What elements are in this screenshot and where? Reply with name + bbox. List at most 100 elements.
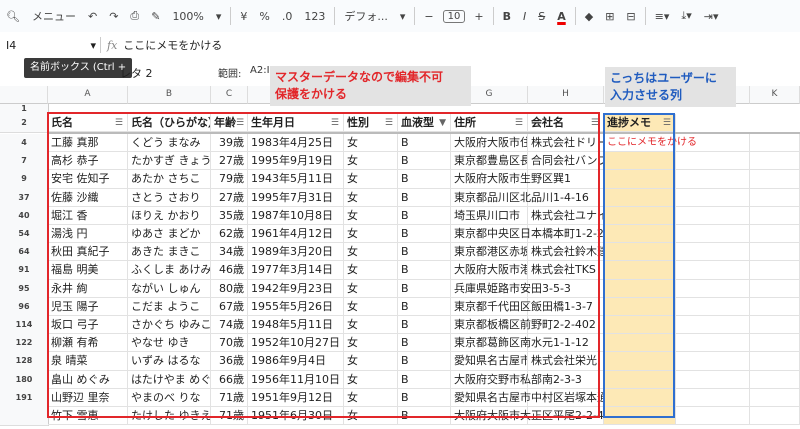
table-cell[interactable]: [750, 316, 800, 335]
column-header-a[interactable]: A: [48, 86, 128, 104]
row-header[interactable]: 9: [0, 170, 49, 190]
table-cell[interactable]: [750, 188, 800, 207]
namebox-tooltip: 名前ボックス (Ctrl + J): [24, 58, 132, 93]
menu-search[interactable]: メニュー: [26, 8, 82, 24]
row-header[interactable]: 96: [0, 297, 49, 317]
row-header[interactable]: 114: [0, 316, 49, 336]
table-cell[interactable]: [676, 352, 750, 371]
row-header[interactable]: 64: [0, 243, 49, 263]
cell-reference: I4: [6, 38, 17, 52]
toolbar-divider: [414, 7, 416, 25]
note2-line: こっちはユーザーに: [610, 71, 717, 85]
redo-icon[interactable]: ↷: [103, 10, 124, 23]
row-header[interactable]: 191: [0, 388, 49, 408]
table-cell[interactable]: [676, 206, 750, 225]
table-cell[interactable]: [676, 388, 750, 407]
range-label: 範囲:: [218, 69, 242, 80]
text-wrap-icon[interactable]: ⇥▾: [698, 10, 725, 23]
row-header[interactable]: [0, 407, 49, 427]
formula-input[interactable]: ここにメモをかける: [123, 37, 222, 53]
valign-icon[interactable]: ⤓▾: [675, 9, 697, 23]
table-cell[interactable]: [676, 225, 750, 244]
table-cell[interactable]: [750, 352, 800, 371]
fill-color-icon[interactable]: ◆: [579, 10, 599, 23]
table-cell[interactable]: [676, 297, 750, 316]
toolbar-divider: [644, 7, 646, 25]
percent-button[interactable]: %: [253, 10, 275, 23]
merge-cells-icon[interactable]: ⊟: [620, 10, 641, 23]
undo-icon[interactable]: ↶: [82, 10, 103, 23]
borders-icon[interactable]: ⊞: [599, 10, 620, 23]
table-cell[interactable]: [750, 388, 800, 407]
currency-icon[interactable]: ¥: [234, 10, 253, 23]
table-cell[interactable]: [750, 206, 800, 225]
fx-icon: fx: [107, 38, 118, 52]
formula-bar: I4 ▾ fx ここにメモをかける: [0, 32, 800, 59]
table-cell[interactable]: [750, 225, 800, 244]
table-cell[interactable]: [750, 334, 800, 353]
table-cell[interactable]: [676, 134, 750, 153]
table-cell[interactable]: [750, 370, 800, 389]
column-header-b[interactable]: B: [128, 86, 211, 104]
row-header[interactable]: 4: [0, 134, 49, 154]
table-cell[interactable]: [750, 297, 800, 316]
table-cell[interactable]: [750, 261, 800, 280]
zoom-select[interactable]: 100%: [166, 10, 209, 23]
font-size-increase-icon[interactable]: +: [468, 10, 489, 23]
grid-corner[interactable]: [0, 86, 48, 104]
chevron-down-icon[interactable]: ▾: [210, 10, 228, 23]
row-header[interactable]: 2: [0, 114, 49, 133]
row-header[interactable]: 180: [0, 370, 49, 390]
column-header-k[interactable]: K: [750, 86, 800, 104]
table-cell[interactable]: [750, 170, 800, 189]
paint-format-icon[interactable]: ✎: [145, 10, 166, 23]
master-data-note: マスターデータなので編集不可 保護をかける: [270, 66, 471, 106]
column-header-h[interactable]: H: [528, 86, 604, 104]
strikethrough-button[interactable]: S: [532, 10, 551, 23]
table-cell[interactable]: [676, 170, 750, 189]
table-name[interactable]: レタ 2: [120, 65, 153, 81]
bold-button[interactable]: B: [497, 10, 517, 23]
table-cell[interactable]: [676, 279, 750, 298]
font-size-decrease-icon[interactable]: −: [418, 10, 439, 23]
row-header[interactable]: 40: [0, 206, 49, 226]
italic-button[interactable]: I: [517, 10, 532, 23]
table-cell[interactable]: [676, 407, 750, 426]
row-header[interactable]: 91: [0, 261, 49, 281]
table-cell[interactable]: [750, 152, 800, 171]
row-header[interactable]: 95: [0, 279, 49, 299]
toolbar-divider: [574, 7, 576, 25]
table-cell[interactable]: [750, 407, 800, 426]
toolbar: 🔍︎ メニュー ↶ ↷ ⎙ ✎ 100% ▾ ¥ % .0 123 デフォ...…: [0, 0, 800, 32]
table-cell[interactable]: [750, 279, 800, 298]
note1-line: 保護をかける: [275, 87, 348, 101]
table-cell[interactable]: [750, 134, 800, 153]
table-cell[interactable]: [676, 316, 750, 335]
name-box[interactable]: I4 ▾: [6, 39, 100, 52]
table-cell[interactable]: [676, 152, 750, 171]
print-icon[interactable]: ⎙: [124, 9, 145, 23]
row-header[interactable]: 7: [0, 152, 49, 172]
table-cell[interactable]: [750, 243, 800, 262]
column-header-c[interactable]: C: [211, 86, 248, 104]
chevron-down-icon[interactable]: ▾: [394, 10, 412, 23]
text-color-button[interactable]: A: [551, 10, 572, 23]
row-header[interactable]: 37: [0, 188, 49, 208]
search-icon[interactable]: 🔍︎: [0, 10, 26, 23]
font-size-input[interactable]: 10: [442, 9, 466, 23]
toolbar-divider: [492, 7, 494, 25]
note1-line: マスターデータなので編集不可: [275, 70, 444, 84]
halign-icon[interactable]: ≡▾: [649, 10, 676, 23]
more-formats-button[interactable]: 123: [298, 10, 331, 23]
table-cell[interactable]: [676, 370, 750, 389]
decimal-format-button[interactable]: .0: [276, 10, 299, 23]
row-header[interactable]: 128: [0, 352, 49, 372]
table-cell[interactable]: [676, 243, 750, 262]
input-column-highlight: [603, 113, 675, 418]
table-cell[interactable]: [676, 261, 750, 280]
row-header[interactable]: 122: [0, 334, 49, 354]
table-cell[interactable]: [676, 334, 750, 353]
table-cell[interactable]: [676, 188, 750, 207]
row-header[interactable]: 54: [0, 225, 49, 245]
font-select[interactable]: デフォ...: [338, 8, 394, 24]
